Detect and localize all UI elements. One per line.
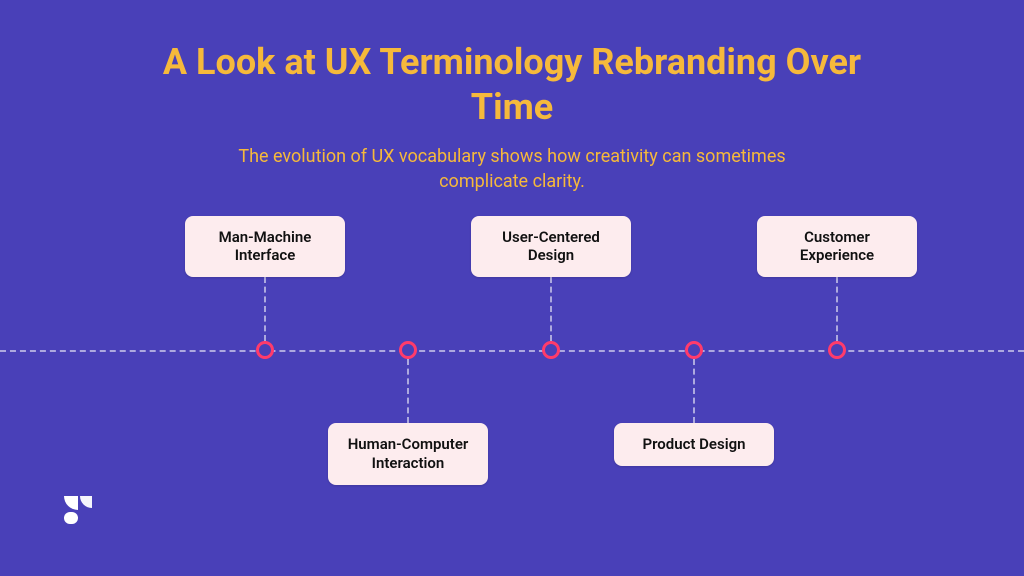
timeline-axis [0,350,1024,352]
timeline-card-label: Customer Experience [800,228,874,265]
timeline-connector [550,277,552,341]
page-title: A Look at UX Terminology Rebranding Over… [152,0,872,130]
timeline-connector [693,359,695,423]
timeline-card: Man-Machine Interface [185,216,345,278]
timeline-connector [264,277,266,341]
timeline-connector [407,359,409,423]
brand-logo-icon [60,492,96,528]
timeline-card-label: Man-Machine Interface [219,228,312,265]
timeline-card: Human-Computer Interaction [328,423,488,485]
timeline-card-label: Product Design [642,435,745,453]
timeline-node [828,341,846,359]
page-subtitle: The evolution of UX vocabulary shows how… [212,144,812,194]
timeline-connector [836,277,838,341]
timeline-node [685,341,703,359]
timeline-card: Customer Experience [757,216,917,278]
timeline-card-label: User-Centered Design [502,228,600,265]
timeline-node [256,341,274,359]
timeline-node [542,341,560,359]
timeline-card: Product Design [614,423,774,466]
timeline-card: User-Centered Design [471,216,631,278]
timeline-card-label: Human-Computer Interaction [348,435,469,472]
timeline-node [399,341,417,359]
